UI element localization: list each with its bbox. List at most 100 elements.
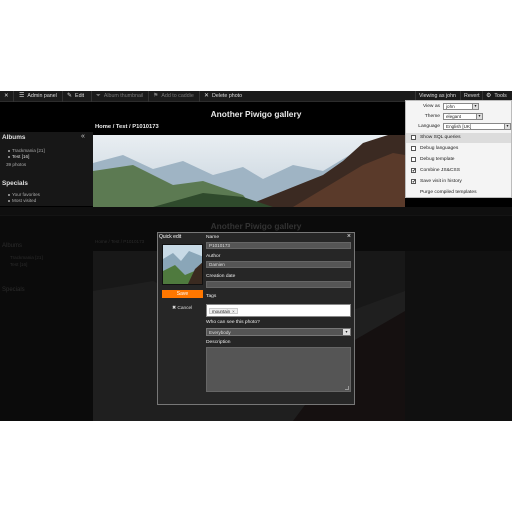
description-label: Description	[206, 340, 231, 345]
edit-label: Edit	[75, 93, 85, 99]
description-textarea[interactable]	[206, 347, 351, 392]
checkbox[interactable]	[411, 157, 416, 162]
checkbox-checked[interactable]: ✔	[411, 179, 416, 185]
sidebar-item-test[interactable]: Test [16]	[12, 154, 29, 159]
combine-js-css-option[interactable]: ✔ Combine JS&CSS	[406, 166, 511, 176]
admin-panel-link[interactable]: ☰ Admin panel	[19, 91, 57, 102]
edit-link[interactable]: ✎ Edit	[67, 91, 84, 102]
ghost-album-item: Test [16]	[10, 262, 28, 267]
option-label: Save visit in history	[420, 179, 462, 184]
sidebar-menu: Albums Trackmania [21] Test [16] 39 phot…	[0, 132, 93, 206]
ghost-albums-heading: Albums	[2, 243, 23, 249]
creation-date-label: Creation date	[206, 274, 236, 279]
visibility-select[interactable]: Everybody ▼	[206, 328, 351, 336]
option-label: Debug languages	[420, 146, 459, 151]
language-label: Language	[418, 124, 440, 129]
tag-label: mountain	[212, 309, 231, 314]
cancel-label: Cancel	[177, 306, 193, 311]
chevron-down-icon: ▼	[504, 124, 510, 129]
divider	[13, 91, 14, 102]
add-to-caddie-label: Add to caddie	[161, 93, 194, 99]
option-label: Purge compiled templates	[420, 190, 477, 195]
delete-photo-link[interactable]: ✕ Delete photo	[204, 91, 242, 102]
checkbox[interactable]	[411, 146, 416, 151]
theme-select[interactable]: elegant ▼	[443, 113, 483, 120]
ghost-specials-heading: Specials	[2, 287, 25, 293]
language-value: English [UK]	[446, 124, 472, 129]
album-thumbnail-label: Album thumbnail	[103, 93, 144, 99]
tags-input[interactable]: mountain ×	[206, 304, 351, 317]
close-admin-bar-button[interactable]: ✕	[4, 91, 8, 102]
specials-heading: Specials	[2, 180, 28, 187]
delete-photo-label: Delete photo	[212, 93, 243, 99]
bullet	[8, 194, 10, 196]
close-icon[interactable]: ×	[347, 233, 351, 240]
name-field[interactable]: P1010173	[206, 242, 351, 249]
menu-icon: ☰	[19, 93, 25, 99]
visibility-value: Everybody	[209, 330, 231, 335]
admin-panel-label: Admin panel	[27, 93, 57, 99]
chevron-down-icon: ▼	[476, 114, 482, 119]
close-icon: ✕	[204, 93, 210, 99]
chevron-down-icon: ▼	[472, 104, 478, 109]
pencil-icon: ✎	[67, 93, 73, 99]
divider	[91, 91, 92, 102]
divider	[148, 91, 149, 102]
bullet	[8, 150, 10, 152]
theme-value: elegant	[446, 114, 462, 119]
checkbox[interactable]	[411, 135, 416, 140]
bullet	[8, 156, 10, 158]
cancel-button[interactable]: ✖ Cancel	[172, 306, 192, 311]
bullet	[8, 200, 10, 202]
view-as-select[interactable]: john ▼	[443, 103, 479, 110]
divider	[62, 91, 63, 102]
tools-dropdown: View as john ▼ Theme elegant ▼ Language En…	[405, 100, 512, 198]
option-label: Show SQL queries	[420, 135, 461, 140]
purge-templates-option[interactable]: Purge compiled templates	[406, 188, 511, 198]
option-label: Combine JS&CSS	[420, 168, 460, 173]
photo-thumbnail	[162, 244, 203, 285]
sidebar-item-most-visited[interactable]: Most visited	[12, 198, 36, 203]
tags-label: Tags	[206, 294, 217, 299]
divider	[199, 91, 200, 102]
tag-chip: mountain ×	[209, 308, 238, 314]
flag-icon: ⚑	[153, 93, 159, 99]
sidebar-item-favorites[interactable]: Your favorites	[12, 192, 40, 197]
collapse-sidebar-icon[interactable]: «	[81, 133, 85, 140]
checkbox-checked[interactable]: ✔	[411, 168, 416, 174]
creation-date-field[interactable]	[206, 281, 351, 288]
sidebar-item-trackmania[interactable]: Trackmania [21]	[12, 148, 45, 153]
ghost-info-panel	[405, 251, 512, 421]
landscape-image	[93, 135, 405, 207]
filter-icon: ⏷	[96, 93, 101, 99]
ghost-gallery-title: Another Piwigo gallery	[210, 221, 302, 231]
ghost-admin-bar	[0, 207, 512, 216]
breadcrumb: Home / Test / P1010173	[95, 124, 159, 130]
view-as-value: john	[446, 104, 455, 109]
chevron-down-icon: ▼	[343, 329, 350, 335]
show-sql-queries-option[interactable]: Show SQL queries	[406, 133, 511, 143]
ghost-album-item: Trackmania [21]	[10, 255, 43, 260]
save-visit-option[interactable]: ✔ Save visit in history	[406, 177, 511, 187]
debug-languages-option[interactable]: Debug languages	[406, 144, 511, 154]
tools-label: Tools	[494, 93, 507, 99]
add-to-caddie-link[interactable]: ⚑ Add to caddie	[153, 91, 194, 102]
remove-tag-icon[interactable]: ×	[232, 309, 235, 314]
screenshot: ✕ ☰ Admin panel ✎ Edit ⏷ Album thumbnail ⚑ A…	[0, 91, 512, 421]
album-thumbnail-link[interactable]: ⏷ Album thumbnail	[96, 91, 143, 102]
visibility-label: Who can see this photo?	[206, 320, 260, 325]
language-select[interactable]: English [UK] ▼	[443, 123, 511, 130]
quick-edit-dialog: Quick edit × Save ✖ Cancel Name P1010173…	[157, 232, 355, 405]
thumbnail-image	[163, 245, 202, 284]
author-field[interactable]: Damien	[206, 261, 351, 268]
option-label: Debug template	[420, 157, 455, 162]
author-label: Author	[206, 254, 221, 259]
debug-template-option[interactable]: Debug template	[406, 155, 511, 165]
photos-count: 39 photos	[6, 162, 27, 167]
photo	[93, 135, 405, 207]
view-as-label: View as	[422, 104, 440, 109]
resize-handle-icon[interactable]	[345, 386, 349, 390]
dialog-title: Quick edit	[159, 234, 182, 240]
albums-heading: Albums	[2, 134, 26, 141]
save-button[interactable]: Save	[162, 290, 203, 298]
